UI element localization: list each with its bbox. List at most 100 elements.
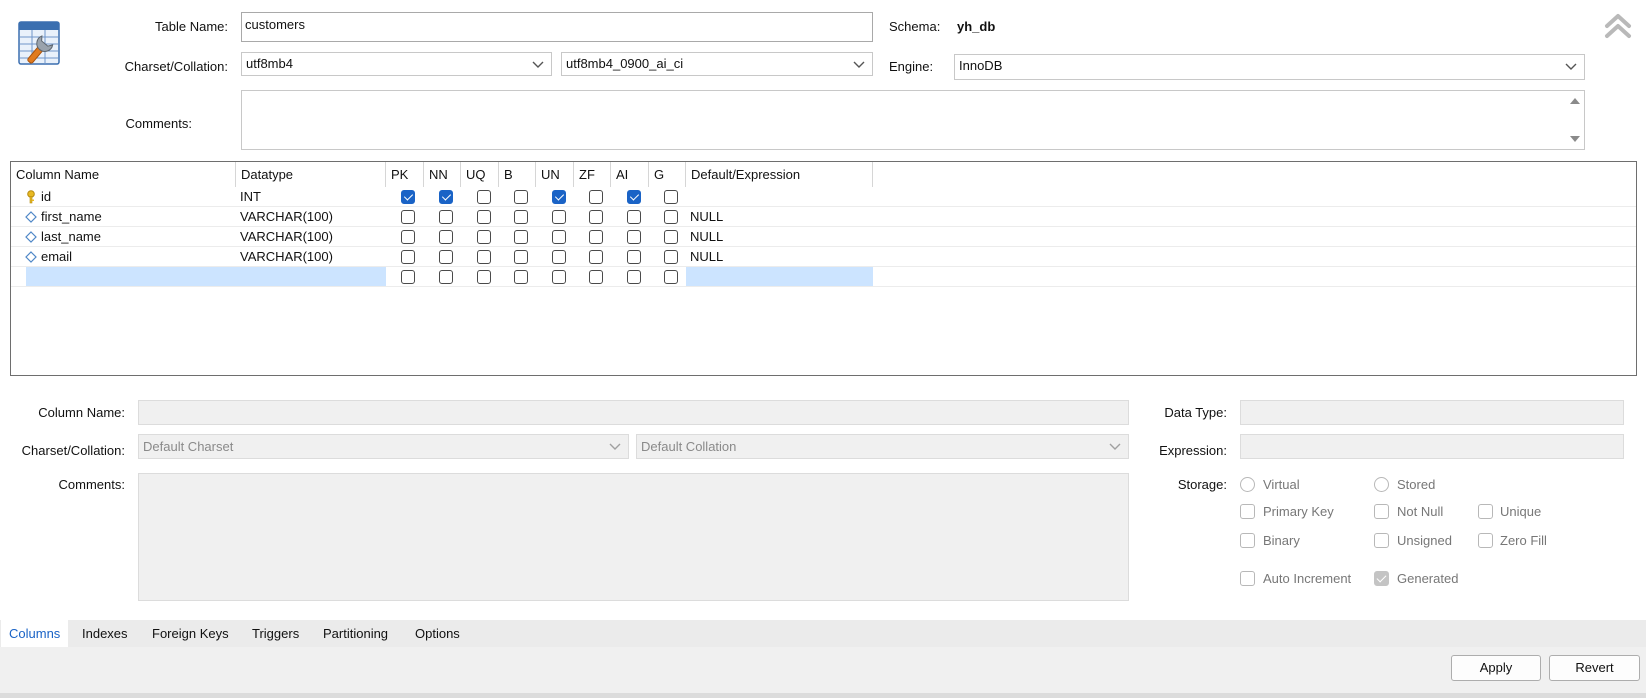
new-row-name-cell[interactable] [26, 267, 237, 286]
datatype-cell[interactable]: VARCHAR(100) [240, 247, 333, 267]
zf-checkbox[interactable] [589, 270, 603, 284]
header-nn[interactable]: NN [424, 162, 461, 187]
column-name-cell[interactable]: id [41, 187, 51, 207]
column-name-cell[interactable]: last_name [41, 227, 101, 247]
table-name-input[interactable]: customers [241, 12, 873, 42]
generated-checkbox[interactable] [1374, 571, 1389, 586]
tab-foreign-keys[interactable]: Foreign Keys [144, 620, 237, 647]
scroll-down-icon[interactable] [1569, 133, 1581, 145]
b-checkbox[interactable] [514, 210, 528, 224]
tab-triggers[interactable]: Triggers [244, 620, 307, 647]
table-comments-textarea[interactable] [241, 90, 1585, 150]
column-collation-select[interactable]: Default Collation [636, 434, 1129, 459]
column-name-cell[interactable]: first_name [41, 207, 102, 227]
tab-columns[interactable]: Columns [1, 620, 69, 647]
b-checkbox[interactable] [514, 270, 528, 284]
datatype-cell[interactable]: VARCHAR(100) [240, 207, 333, 227]
tab-partitioning[interactable]: Partitioning [315, 620, 396, 647]
table-row[interactable]: first_name VARCHAR(100) NULL [11, 207, 1636, 227]
table-row[interactable]: last_name VARCHAR(100) NULL [11, 227, 1636, 247]
header-ai[interactable]: AI [611, 162, 649, 187]
zero-fill-checkbox[interactable] [1478, 533, 1493, 548]
collation-select[interactable]: utf8mb4_0900_ai_ci [561, 52, 873, 76]
data-type-input[interactable] [1240, 400, 1624, 425]
header-default-expression[interactable]: Default/Expression [686, 162, 873, 187]
nn-checkbox[interactable] [439, 190, 453, 204]
zf-checkbox[interactable] [589, 210, 603, 224]
pk-checkbox[interactable] [401, 230, 415, 244]
pk-checkbox[interactable] [401, 250, 415, 264]
engine-select[interactable]: InnoDB [954, 54, 1585, 80]
new-row-datatype-cell[interactable] [236, 267, 386, 286]
pk-checkbox[interactable] [401, 190, 415, 204]
un-checkbox[interactable] [552, 270, 566, 284]
nn-checkbox[interactable] [439, 250, 453, 264]
header-datatype[interactable]: Datatype [236, 162, 386, 187]
un-checkbox[interactable] [552, 250, 566, 264]
header-uq[interactable]: UQ [461, 162, 499, 187]
tab-options[interactable]: Options [407, 620, 468, 647]
unsigned-checkbox[interactable] [1374, 533, 1389, 548]
primary-key-checkbox[interactable] [1240, 504, 1255, 519]
header-g[interactable]: G [649, 162, 686, 187]
g-checkbox[interactable] [664, 250, 678, 264]
zf-checkbox[interactable] [589, 230, 603, 244]
ai-checkbox[interactable] [627, 190, 641, 204]
pk-checkbox[interactable] [401, 210, 415, 224]
columns-grid[interactable]: Column Name Datatype PK NN UQ B UN ZF AI… [10, 161, 1637, 376]
column-charset-select[interactable]: Default Charset [138, 434, 629, 459]
table-row[interactable] [11, 267, 1636, 287]
not-null-checkbox[interactable] [1374, 504, 1389, 519]
scrollbar[interactable] [1566, 91, 1584, 149]
uq-checkbox[interactable] [477, 250, 491, 264]
uq-checkbox[interactable] [477, 210, 491, 224]
g-checkbox[interactable] [664, 270, 678, 284]
default-expression-cell[interactable]: NULL [690, 227, 723, 247]
b-checkbox[interactable] [514, 190, 528, 204]
pk-checkbox[interactable] [401, 270, 415, 284]
header-column-name[interactable]: Column Name [11, 162, 236, 187]
uq-checkbox[interactable] [477, 230, 491, 244]
default-expression-cell[interactable]: NULL [690, 207, 723, 227]
collapse-double-chevron-icon[interactable] [1604, 12, 1632, 40]
un-checkbox[interactable] [552, 190, 566, 204]
tab-indexes[interactable]: Indexes [74, 620, 136, 647]
nn-checkbox[interactable] [439, 270, 453, 284]
un-checkbox[interactable] [552, 230, 566, 244]
zf-checkbox[interactable] [589, 190, 603, 204]
header-pk[interactable]: PK [386, 162, 424, 187]
g-checkbox[interactable] [664, 190, 678, 204]
column-name-input[interactable] [138, 400, 1129, 425]
g-checkbox[interactable] [664, 210, 678, 224]
ai-checkbox[interactable] [627, 270, 641, 284]
auto-increment-checkbox[interactable] [1240, 571, 1255, 586]
un-checkbox[interactable] [552, 210, 566, 224]
scroll-up-icon[interactable] [1569, 95, 1581, 107]
unique-checkbox[interactable] [1478, 504, 1493, 519]
new-row-default-cell[interactable] [686, 267, 873, 286]
datatype-cell[interactable]: VARCHAR(100) [240, 227, 333, 247]
revert-button[interactable]: Revert [1549, 655, 1640, 681]
table-row[interactable]: email VARCHAR(100) NULL [11, 247, 1636, 267]
uq-checkbox[interactable] [477, 270, 491, 284]
virtual-radio[interactable] [1240, 477, 1255, 492]
default-expression-cell[interactable]: NULL [690, 247, 723, 267]
apply-button[interactable]: Apply [1451, 655, 1541, 681]
header-b[interactable]: B [499, 162, 536, 187]
header-un[interactable]: UN [536, 162, 574, 187]
nn-checkbox[interactable] [439, 210, 453, 224]
b-checkbox[interactable] [514, 250, 528, 264]
ai-checkbox[interactable] [627, 250, 641, 264]
stored-radio[interactable] [1374, 477, 1389, 492]
ai-checkbox[interactable] [627, 210, 641, 224]
header-zf[interactable]: ZF [574, 162, 611, 187]
binary-checkbox[interactable] [1240, 533, 1255, 548]
g-checkbox[interactable] [664, 230, 678, 244]
ai-checkbox[interactable] [627, 230, 641, 244]
zf-checkbox[interactable] [589, 250, 603, 264]
table-row[interactable]: id INT [11, 187, 1636, 207]
charset-select[interactable]: utf8mb4 [241, 52, 552, 76]
nn-checkbox[interactable] [439, 230, 453, 244]
expression-input[interactable] [1240, 434, 1624, 459]
uq-checkbox[interactable] [477, 190, 491, 204]
